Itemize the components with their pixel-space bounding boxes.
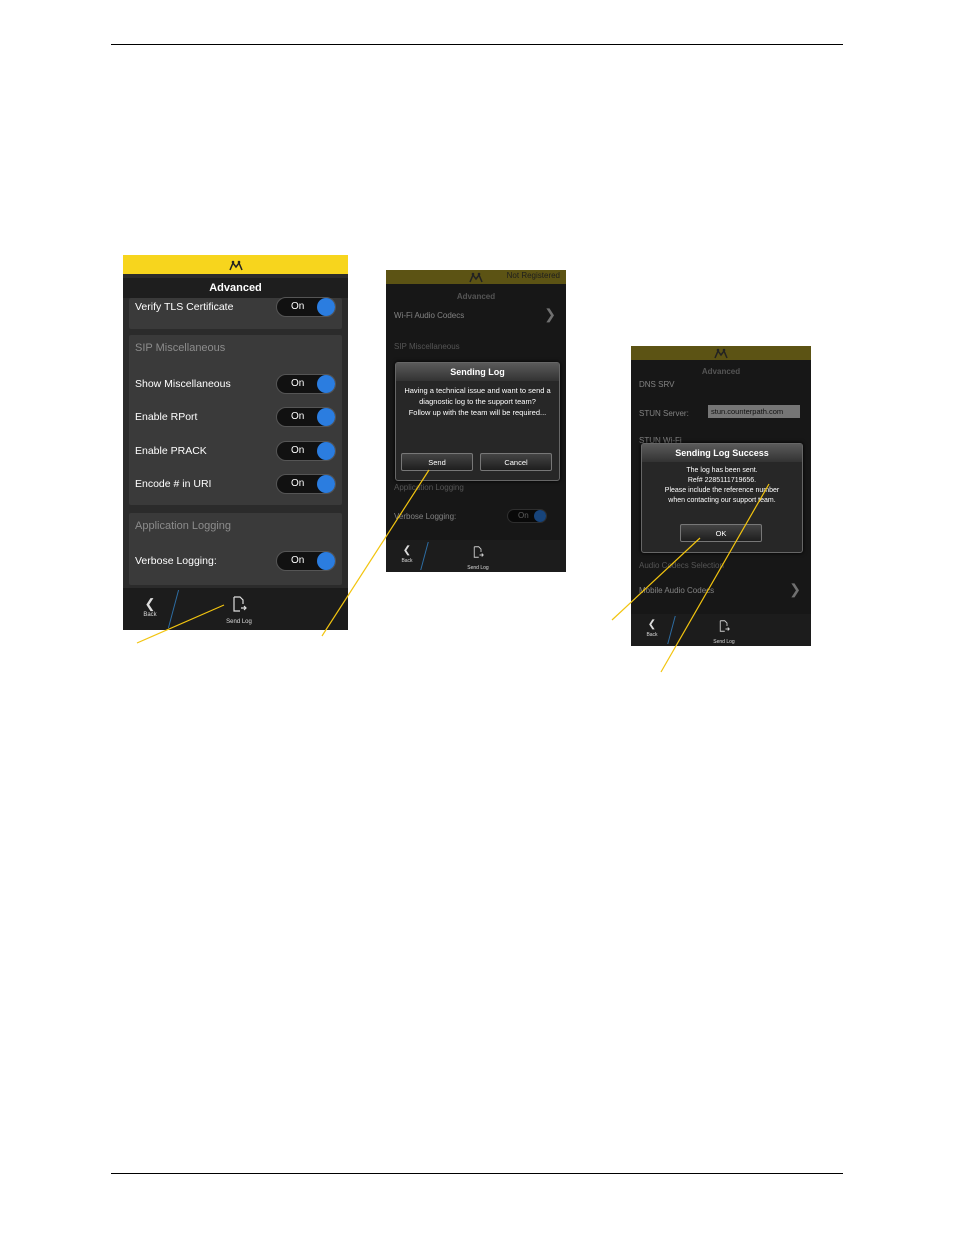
callout-reference-number bbox=[660, 483, 770, 673]
callout-send-log bbox=[136, 604, 225, 644]
callout-send-button bbox=[321, 469, 430, 637]
callout-lines bbox=[136, 469, 770, 673]
callout-ok-button bbox=[611, 537, 701, 621]
